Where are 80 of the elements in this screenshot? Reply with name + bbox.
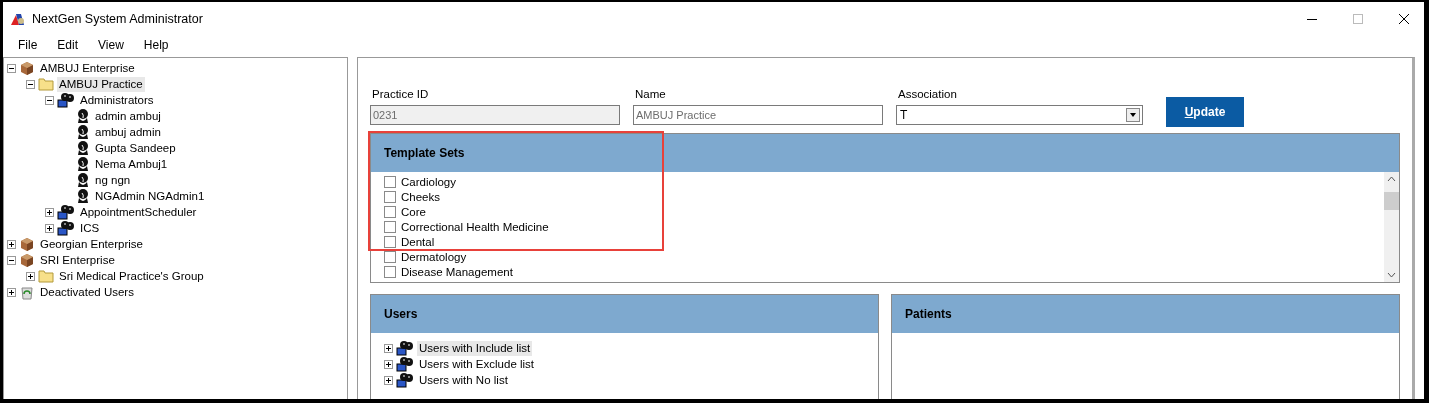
box-icon (19, 252, 35, 268)
checkbox[interactable] (384, 205, 396, 218)
menu-item[interactable]: Edit (57, 38, 79, 52)
expand-icon[interactable] (45, 223, 54, 233)
tree-item[interactable]: Users with No list (417, 372, 510, 388)
tree-item[interactable]: Sri Medical Practice's Group (57, 268, 206, 284)
panel-title: Users (384, 307, 418, 321)
expand-icon[interactable] (384, 343, 393, 353)
box-icon (19, 236, 35, 252)
tree-item[interactable]: Administrators (78, 92, 156, 108)
expand-icon[interactable] (26, 271, 35, 281)
checkbox-label: Disease Management (401, 265, 513, 278)
checkbox[interactable] (384, 190, 396, 203)
close-icon[interactable] (1398, 12, 1410, 25)
tree-item[interactable]: AMBUJ Enterprise (38, 60, 137, 76)
scroll-up-icon[interactable] (1387, 176, 1396, 182)
tree-item[interactable]: Gupta Sandeep (93, 140, 178, 156)
tree-item[interactable]: Deactivated Users (38, 284, 136, 300)
collapse-icon[interactable] (45, 95, 54, 105)
checkbox-label: Dermatology (401, 250, 467, 263)
user-icon (76, 124, 90, 140)
expand-icon[interactable] (384, 359, 393, 369)
users-icon (57, 92, 75, 108)
tree-item[interactable]: AMBUJ Practice (57, 76, 145, 92)
tree-item[interactable]: Georgian Enterprise (38, 236, 145, 252)
user-icon (76, 188, 90, 204)
menu-item[interactable]: View (98, 38, 124, 52)
checkbox-label: Cardiology (401, 175, 456, 188)
tree-item[interactable]: Users with Exclude list (417, 356, 537, 372)
tree-item[interactable]: AppointmentScheduler (78, 204, 199, 220)
user-icon (76, 140, 90, 156)
window-title: NextGen System Administrator (32, 11, 203, 26)
box-icon (19, 60, 35, 76)
checkbox[interactable] (384, 235, 396, 248)
field-label: Association (897, 88, 958, 100)
expand-icon[interactable] (384, 375, 393, 385)
recycle-bin-icon (19, 284, 35, 300)
checkbox-label: Correctional Health Medicine (401, 220, 549, 233)
tree-item[interactable]: admin ambuj (93, 108, 163, 124)
users-icon (396, 356, 414, 372)
panel-title: Patients (905, 307, 952, 321)
tree-item[interactable]: ICS (78, 220, 102, 236)
tree-item[interactable]: SRI Enterprise (38, 252, 117, 268)
tree-item[interactable]: ng ngn (93, 172, 133, 188)
user-icon (76, 172, 90, 188)
checkbox[interactable] (384, 220, 396, 233)
users-icon (57, 220, 75, 236)
users-icon (57, 204, 75, 220)
checkbox-label: Core (401, 205, 426, 218)
scroll-down-icon[interactable] (1387, 272, 1396, 278)
tree-item[interactable]: ambuj admin (93, 124, 163, 140)
collapse-icon[interactable] (7, 63, 16, 73)
users-icon (396, 372, 414, 388)
scrollbar[interactable] (1384, 172, 1399, 282)
checkbox-label: Cheeks (401, 190, 440, 203)
checkbox[interactable] (384, 265, 396, 278)
checkbox[interactable] (384, 175, 396, 188)
folder-icon (38, 77, 54, 91)
menu-item[interactable]: File (18, 38, 38, 52)
users-icon (396, 340, 414, 356)
panel-title: Template Sets (384, 146, 465, 160)
folder-icon (38, 269, 54, 283)
user-icon (76, 108, 90, 124)
checkbox-label: Dental (401, 235, 435, 248)
field-label: Name (634, 88, 667, 100)
scroll-thumb[interactable] (1384, 192, 1399, 210)
expand-icon[interactable] (45, 207, 54, 217)
tree-item[interactable]: Users with Include list (417, 340, 533, 356)
collapse-icon[interactable] (7, 255, 16, 265)
field-label: Practice ID (371, 88, 430, 100)
name-field[interactable]: AMBUJ Practice (633, 105, 883, 125)
collapse-icon[interactable] (26, 79, 35, 89)
tree-item[interactable]: NGAdmin NGAdmin1 (93, 188, 207, 204)
menu-item[interactable]: Help (143, 38, 169, 52)
user-icon (76, 156, 90, 172)
expand-icon[interactable] (7, 287, 16, 297)
association-dropdown[interactable]: T (896, 105, 1143, 125)
expand-icon[interactable] (7, 239, 16, 249)
tree-item[interactable]: Nema Ambuj1 (93, 156, 170, 172)
update-button[interactable]: Update (1166, 97, 1244, 127)
